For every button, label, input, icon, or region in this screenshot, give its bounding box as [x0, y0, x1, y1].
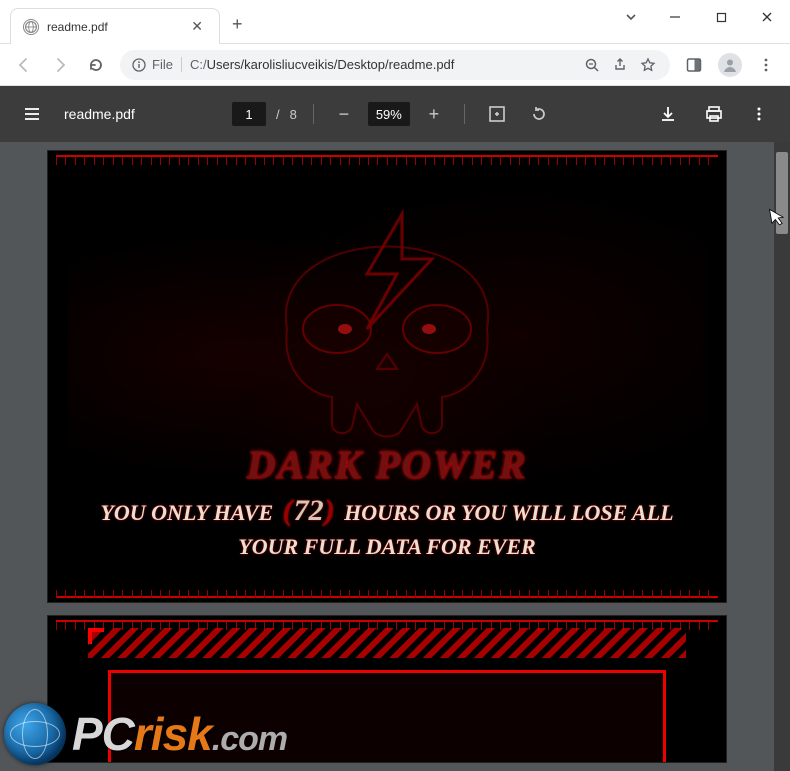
- pdf-page-1: /* ticks injected below */ DARK PO: [47, 150, 727, 603]
- side-panel-button[interactable]: [678, 49, 710, 81]
- zoom-in-button[interactable]: +: [420, 100, 448, 128]
- scrollbar-thumb[interactable]: [776, 152, 788, 234]
- toolbar-divider: [464, 104, 465, 124]
- window-controls: [610, 0, 790, 34]
- bookmark-icon[interactable]: [638, 57, 658, 73]
- toolbar-divider: [313, 104, 314, 124]
- zoom-indicator-icon[interactable]: [582, 57, 602, 73]
- close-tab-button[interactable]: ✕: [187, 18, 207, 35]
- maximize-button[interactable]: [698, 0, 744, 34]
- warning-text: YOU ONLY HAVE 72 HOURS OR YOU WILL LOSE …: [48, 491, 726, 561]
- page-separator: /: [276, 107, 280, 122]
- tab-title: readme.pdf: [47, 20, 179, 34]
- vertical-scrollbar[interactable]: [774, 142, 790, 771]
- diagonal-stripe-decoration: [88, 628, 686, 658]
- page-number-input[interactable]: [232, 102, 266, 126]
- ruler-decoration: [56, 584, 718, 598]
- fit-page-button[interactable]: [481, 98, 513, 130]
- close-window-button[interactable]: [744, 0, 790, 34]
- print-button[interactable]: [698, 98, 730, 130]
- pdf-toolbar-right: [652, 98, 774, 130]
- pdf-toolbar-center: / 8 − 59% +: [143, 98, 644, 130]
- download-button[interactable]: [652, 98, 684, 130]
- page-total: 8: [290, 107, 297, 122]
- url-bar[interactable]: File C:/Users/karolisliucveikis/Desktop/…: [120, 50, 670, 80]
- pdf-sidebar-toggle[interactable]: [16, 98, 48, 130]
- document-title: DARK POWER: [48, 441, 726, 488]
- ruler-decoration: [56, 155, 718, 169]
- zoom-level[interactable]: 59%: [368, 102, 410, 126]
- tab-search-button[interactable]: [610, 10, 652, 24]
- site-info-button[interactable]: File: [132, 57, 182, 72]
- file-label: File: [152, 57, 173, 72]
- pdf-scroll-area[interactable]: /* ticks injected below */ DARK PO: [0, 142, 774, 771]
- forward-button[interactable]: [44, 49, 76, 81]
- browser-tab[interactable]: readme.pdf ✕: [10, 8, 220, 44]
- address-bar: File C:/Users/karolisliucveikis/Desktop/…: [0, 44, 790, 86]
- profile-avatar[interactable]: [718, 53, 742, 77]
- skull-icon: [217, 179, 557, 439]
- pdf-filename: readme.pdf: [64, 106, 135, 122]
- rotate-button[interactable]: [523, 98, 555, 130]
- hours-count: 72: [279, 494, 339, 527]
- minimize-button[interactable]: [652, 0, 698, 34]
- new-tab-button[interactable]: +: [226, 12, 249, 37]
- frame-decoration: [108, 670, 666, 762]
- pdf-page-2: [47, 615, 727, 763]
- reload-button[interactable]: [80, 49, 112, 81]
- zoom-out-button[interactable]: −: [330, 100, 358, 128]
- window-titlebar: readme.pdf ✕ +: [0, 0, 790, 44]
- globe-icon: [23, 19, 39, 35]
- pdf-more-menu[interactable]: [744, 99, 774, 129]
- share-icon[interactable]: [610, 57, 630, 73]
- pdf-toolbar: readme.pdf / 8 − 59% +: [0, 86, 790, 142]
- pdf-viewport: /* ticks injected below */ DARK PO: [0, 142, 790, 771]
- chrome-menu-button[interactable]: [750, 49, 782, 81]
- back-button[interactable]: [8, 49, 40, 81]
- url-text: C:/Users/karolisliucveikis/Desktop/readm…: [190, 57, 574, 72]
